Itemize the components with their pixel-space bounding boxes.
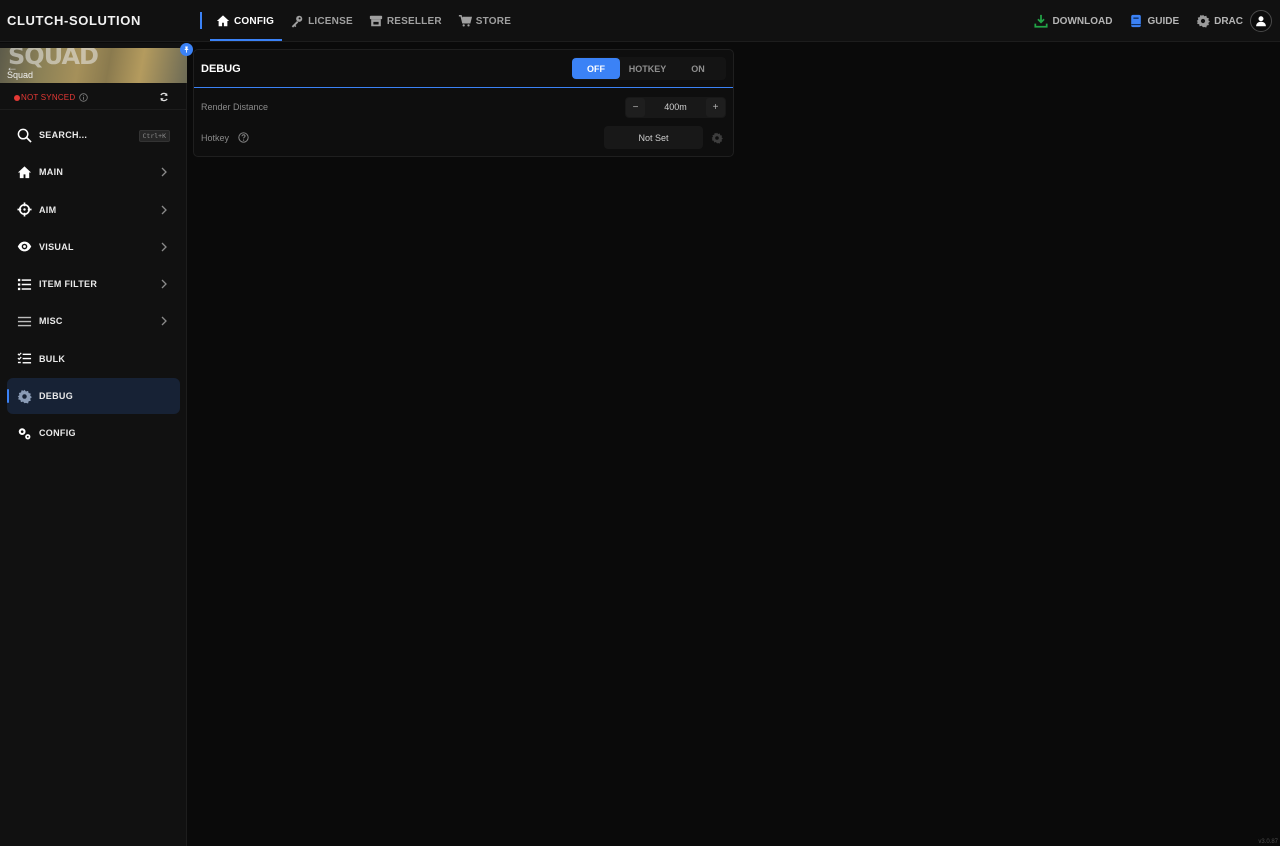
user-name: DRAC [1214,15,1243,27]
sync-status-row: NOT SYNCED [0,88,187,110]
sidebar-item-debug[interactable]: DEBUG [7,378,180,415]
render-distance-stepper: − 400m + [625,97,726,118]
nav-license-label: LICENSE [308,15,353,27]
refresh-icon[interactable] [159,92,169,102]
game-name: Squad [7,70,34,80]
game-banner[interactable]: SQUAD ← Squad [0,48,187,83]
user-settings-button[interactable]: DRAC [1196,14,1243,28]
help-icon[interactable] [238,132,249,143]
chevron-right-icon [161,205,167,215]
top-bar: CLUTCH-SOLUTION CONFIG LICENSE RESELLER … [0,0,1280,42]
home-icon [17,165,32,180]
sidebar-item-item-filter[interactable]: ITEM FILTER [7,266,180,302]
download-label: DOWNLOAD [1052,15,1113,27]
search-shortcut-badge: Ctrl+K [138,130,170,142]
sidebar-item-config[interactable]: CONFIG [7,415,180,451]
nav-store-label: STORE [475,15,512,27]
chevron-right-icon [161,279,167,289]
nav-separator [200,12,202,29]
mode-off-button[interactable]: OFF [572,58,620,79]
pin-button[interactable] [180,43,193,56]
sidebar-item-misc[interactable]: MISC [7,303,180,339]
home-icon [216,15,230,27]
sidebar-search-label: SEARCH... [39,130,88,140]
sidebar-item-bulk[interactable]: BULK [7,341,180,377]
mode-on-button[interactable]: ON [675,58,721,79]
sidebar-item-label: DEBUG [39,391,74,402]
pin-icon [184,46,189,53]
panel-header: DEBUG OFF HOTKEY ON [194,50,733,88]
hotkey-bind-button[interactable]: Not Set [604,126,703,149]
storefront-icon [369,15,382,27]
sidebar-item-visual[interactable]: VISUAL [7,229,180,265]
gear-icon [17,389,32,404]
hotkey-row: Hotkey Not Set [201,126,727,150]
panel-title: DEBUG [201,63,241,75]
sidebar-item-label: MAIN [39,167,64,178]
top-nav: CONFIG LICENSE RESELLER STORE [208,0,519,42]
sidebar-item-label: CONFIG [39,428,76,439]
sidebar-item-label: ITEM FILTER [39,279,98,290]
version-label: v3.0.87 [1258,839,1278,845]
increment-button[interactable]: + [706,98,725,117]
render-distance-label: Render Distance [201,102,269,112]
decrement-button[interactable]: − [626,98,645,117]
user-icon [1256,16,1266,27]
book-icon [1131,14,1142,28]
sidebar-item-label: VISUAL [39,241,74,252]
sync-status-dot [14,95,20,101]
menu-icon [17,314,32,329]
brand-logo: CLUTCH-SOLUTION [7,13,141,28]
sidebar-item-aim[interactable]: AIM [7,192,180,228]
nav-config-label: CONFIG [234,15,275,27]
debug-panel: DEBUG OFF HOTKEY ON Render Distance − 40… [193,49,734,157]
sidebar-menu: SEARCH... Ctrl+K MAIN AIM VISUAL ITEM FI… [7,117,180,453]
download-icon [1034,14,1048,28]
info-icon[interactable] [79,93,88,102]
checklist-icon [17,351,32,366]
sync-status-text: NOT SYNCED [21,93,76,102]
mode-segmented-control: OFF HOTKEY ON [572,57,726,80]
guide-button[interactable]: GUIDE [1129,14,1179,28]
chevron-right-icon [161,242,167,252]
cart-icon [458,15,472,27]
sidebar-search[interactable]: SEARCH... Ctrl+K [7,117,180,153]
hotkey-label: Hotkey [201,133,230,143]
download-button[interactable]: DOWNLOAD [1034,14,1112,28]
sidebar-item-label: BULK [39,353,66,364]
chevron-right-icon [161,317,167,326]
game-banner-title: SQUAD [8,48,99,70]
crosshair-icon [17,202,32,217]
sidebar-item-label: MISC [39,316,63,327]
key-icon [291,15,303,28]
sidebar-item-main[interactable]: MAIN [7,154,180,190]
nav-license[interactable]: LICENSE [282,0,361,42]
list-icon [17,277,32,292]
gear-icon[interactable] [711,132,723,144]
nav-reseller-label: RESELLER [386,15,442,27]
search-icon [17,128,32,143]
nav-config[interactable]: CONFIG [208,0,283,42]
nav-store[interactable]: STORE [450,0,519,42]
gears-icon [17,426,32,441]
chevron-right-icon [161,167,167,177]
mode-hotkey-button[interactable]: HOTKEY [620,58,675,79]
sidebar: SQUAD ← Squad NOT SYNCED SEARCH... Ctrl+… [0,43,193,846]
eye-icon [17,239,32,254]
render-distance-row: Render Distance − 400m + [201,95,727,119]
header-actions: DOWNLOAD GUIDE DRAC [1017,0,1272,42]
gear-icon [1196,14,1211,28]
render-distance-value[interactable]: 400m [647,102,704,112]
guide-label: GUIDE [1147,15,1180,27]
nav-reseller[interactable]: RESELLER [361,0,450,42]
avatar[interactable] [1250,10,1272,32]
sidebar-item-label: AIM [39,204,57,215]
